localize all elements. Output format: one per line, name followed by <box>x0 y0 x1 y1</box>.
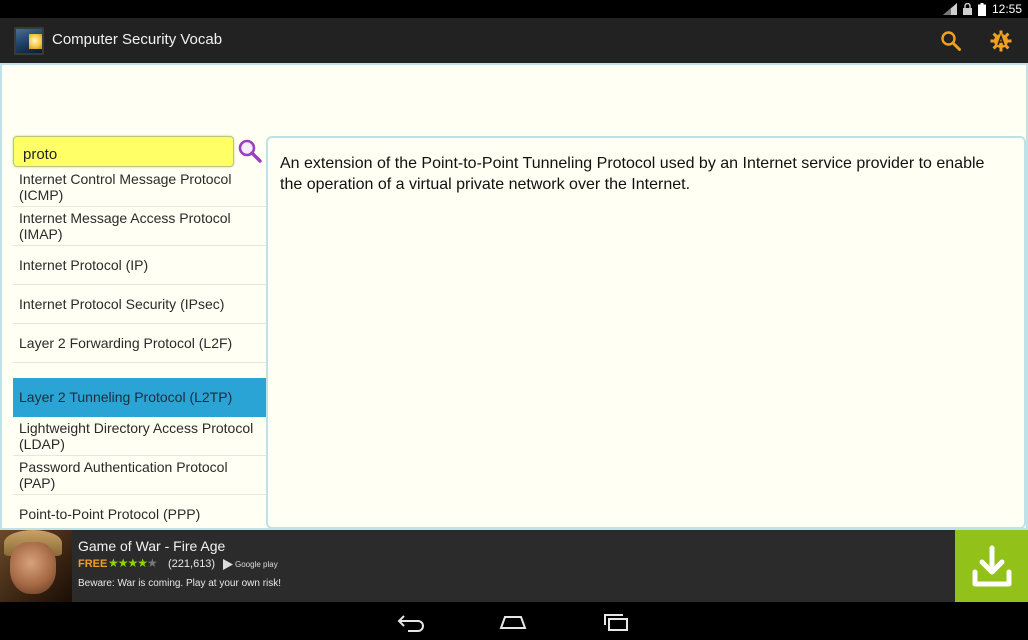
battery-icon <box>977 2 986 16</box>
ad-banner[interactable]: Game of War - Fire Age FREE ★★★★★ (221,6… <box>0 530 1028 602</box>
settings-action-button[interactable] <box>986 26 1016 56</box>
back-button[interactable] <box>391 609 431 635</box>
list-item[interactable]: Layer 2 Forwarding Protocol (L2F) <box>13 324 266 363</box>
magnifier-icon <box>238 139 262 163</box>
gear-icon <box>990 30 1012 52</box>
back-icon <box>397 615 424 632</box>
ad-rating-count: (221,613) <box>168 558 216 570</box>
term-list[interactable]: Internet Control Message Protocol (ICMP)… <box>13 168 266 529</box>
list-item[interactable]: Internet Control Message Protocol (ICMP) <box>13 168 266 207</box>
ad-description: Beware: War is coming. Play at your own … <box>78 578 282 589</box>
list-item-selected[interactable]: Layer 2 Tunneling Protocol (L2TP) <box>13 378 266 417</box>
search-field[interactable] <box>13 136 234 167</box>
definition-panel: An extension of the Point-to-Point Tunne… <box>266 136 1026 529</box>
ad-title[interactable]: Game of War - Fire Age <box>78 538 225 554</box>
status-icons: 12:55 <box>942 0 1022 18</box>
signal-icon <box>942 3 957 15</box>
recent-apps-button[interactable] <box>596 609 636 635</box>
search-input[interactable] <box>14 137 233 166</box>
list-item[interactable]: Internet Protocol Security (IPsec) <box>13 285 266 324</box>
download-icon <box>972 545 1011 587</box>
app-title: Computer Security Vocab <box>52 31 223 48</box>
list-item[interactable]: Internet Protocol (IP) <box>13 246 266 285</box>
home-icon <box>499 616 527 629</box>
lock-icon <box>962 3 972 15</box>
status-bar: 12:55 <box>0 0 1028 18</box>
home-button[interactable] <box>493 609 533 635</box>
list-item[interactable]: Lightweight Directory Access Protocol (L… <box>13 417 266 456</box>
ad-price: FREE <box>78 558 108 570</box>
recent-apps-icon <box>604 614 628 631</box>
search-go-button[interactable] <box>237 138 263 164</box>
rating-stars-icon: ★★★★★ <box>108 556 158 570</box>
navigation-bar <box>0 602 1028 640</box>
google-play-badge: Google play <box>223 557 278 571</box>
app-logo-icon <box>14 27 44 55</box>
play-store-icon <box>223 558 233 570</box>
clock-time: 12:55 <box>991 2 1022 16</box>
definition-text: An extension of the Point-to-Point Tunne… <box>280 155 985 193</box>
search-icon <box>941 31 961 51</box>
app-screen: 12:55 Computer Security Vocab proto Inte… <box>0 0 1028 640</box>
list-item[interactable]: Internet Message Access Protocol (IMAP) <box>13 207 266 246</box>
ad-app-thumbnail[interactable] <box>0 530 72 602</box>
list-item[interactable]: Point-to-Point Protocol (PPP) <box>13 495 266 529</box>
ad-download-button[interactable] <box>955 530 1028 602</box>
list-item[interactable]: Password Authentication Protocol (PAP) <box>13 456 266 495</box>
action-bar: Computer Security Vocab <box>0 18 1028 63</box>
search-action-button[interactable] <box>936 26 966 56</box>
